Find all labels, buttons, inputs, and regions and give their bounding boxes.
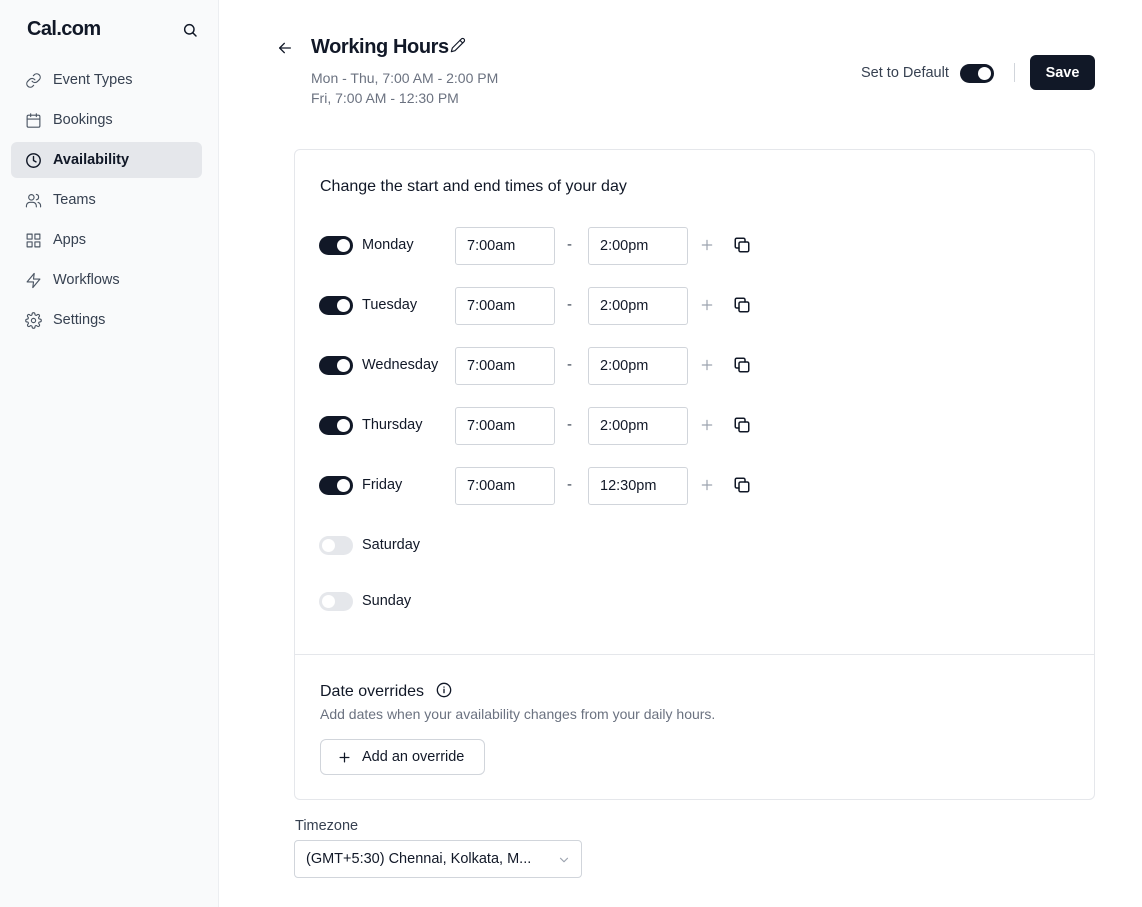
sidebar-item-label: Bookings	[53, 112, 113, 128]
end-time-select[interactable]: 2:00pm	[588, 227, 688, 265]
time-separator: -	[567, 416, 572, 433]
add-override-button[interactable]: Add an override	[320, 739, 485, 775]
date-overrides-description: Add dates when your availability changes…	[320, 706, 716, 722]
plus-icon[interactable]	[699, 237, 715, 253]
sidebar-item-settings[interactable]: Settings	[11, 302, 202, 338]
end-time-select[interactable]: 2:00pm	[588, 347, 688, 385]
day-row-tuesday: Tuesday 7:00am - 2:00pm	[319, 287, 779, 325]
time-separator: -	[567, 476, 572, 493]
sidebar-item-label: Teams	[53, 192, 96, 208]
sidebar: Cal.com Event Types Bookings Availabilit…	[0, 0, 219, 907]
end-time-select[interactable]: 12:30pm	[588, 467, 688, 505]
sidebar-item-apps[interactable]: Apps	[11, 222, 202, 258]
sidebar-item-bookings[interactable]: Bookings	[11, 102, 202, 138]
copy-icon[interactable]	[733, 236, 751, 254]
schedule-summary-line: Fri, 7:00 AM - 12:30 PM	[311, 90, 459, 106]
sidebar-item-label: Settings	[53, 312, 106, 328]
schedule-heading: Change the start and end times of your d…	[320, 178, 627, 195]
day-toggle-wednesday[interactable]	[319, 356, 353, 375]
time-separator: -	[567, 356, 572, 373]
app-logo[interactable]: Cal.com	[27, 18, 101, 41]
sidebar-item-workflows[interactable]: Workflows	[11, 262, 202, 298]
timezone-value: (GMT+5:30) Chennai, Kolkata, M...	[306, 851, 532, 867]
time-separator: -	[567, 236, 572, 253]
plus-icon[interactable]	[699, 417, 715, 433]
sidebar-item-teams[interactable]: Teams	[11, 182, 202, 218]
plus-icon	[337, 750, 352, 765]
copy-icon[interactable]	[733, 476, 751, 494]
calendar-icon	[24, 111, 42, 129]
start-time-select[interactable]: 7:00am	[455, 407, 555, 445]
zap-icon	[24, 271, 42, 289]
day-label: Friday	[362, 477, 403, 493]
day-row-thursday: Thursday 7:00am - 2:00pm	[319, 407, 779, 445]
copy-icon[interactable]	[733, 356, 751, 374]
grid-icon	[24, 231, 42, 249]
add-override-label: Add an override	[362, 749, 465, 765]
day-row-wednesday: Wednesday 7:00am - 2:00pm	[319, 347, 779, 385]
sidebar-item-label: Event Types	[53, 72, 133, 88]
sidebar-item-label: Apps	[53, 232, 87, 248]
chevron-down-icon	[557, 853, 571, 867]
clock-icon	[24, 151, 42, 169]
timezone-label: Timezone	[295, 818, 359, 834]
end-time-select[interactable]: 2:00pm	[588, 407, 688, 445]
day-label: Tuesday	[362, 297, 418, 313]
users-icon	[24, 191, 42, 209]
date-overrides-title: Date overrides	[320, 683, 425, 700]
day-label: Wednesday	[362, 357, 439, 373]
day-label: Monday	[362, 237, 414, 253]
day-row-saturday: Saturday	[319, 527, 779, 565]
pencil-icon[interactable]	[450, 37, 466, 53]
day-toggle-friday[interactable]	[319, 476, 353, 495]
plus-icon[interactable]	[699, 477, 715, 493]
search-icon[interactable]	[180, 20, 200, 40]
availability-card: Change the start and end times of your d…	[294, 149, 1095, 800]
schedule-summary-line: Mon - Thu, 7:00 AM - 2:00 PM	[311, 70, 499, 86]
plus-icon[interactable]	[699, 297, 715, 313]
sidebar-nav: Event Types Bookings Availability Teams …	[11, 62, 202, 342]
page-title: Working Hours	[311, 36, 449, 58]
section-divider	[295, 654, 1094, 655]
set-default-label: Set to Default	[861, 65, 949, 81]
copy-icon[interactable]	[733, 296, 751, 314]
start-time-select[interactable]: 7:00am	[455, 227, 555, 265]
day-row-friday: Friday 7:00am - 12:30pm	[319, 467, 779, 505]
link-icon	[24, 71, 42, 89]
info-icon[interactable]	[436, 682, 452, 698]
back-arrow-icon[interactable]	[276, 39, 294, 57]
timezone-select[interactable]: (GMT+5:30) Chennai, Kolkata, M...	[294, 840, 582, 878]
day-row-monday: Monday 7:00am - 2:00pm	[319, 227, 779, 265]
sidebar-item-availability[interactable]: Availability	[11, 142, 202, 178]
day-toggle-thursday[interactable]	[319, 416, 353, 435]
time-separator: -	[567, 296, 572, 313]
day-toggle-saturday[interactable]	[319, 536, 353, 555]
start-time-select[interactable]: 7:00am	[455, 287, 555, 325]
day-toggle-sunday[interactable]	[319, 592, 353, 611]
day-toggle-monday[interactable]	[319, 236, 353, 255]
set-default-toggle[interactable]	[960, 64, 994, 83]
day-label: Saturday	[362, 537, 421, 553]
day-label: Sunday	[362, 593, 412, 609]
start-time-select[interactable]: 7:00am	[455, 347, 555, 385]
end-time-select[interactable]: 2:00pm	[588, 287, 688, 325]
sidebar-item-event-types[interactable]: Event Types	[11, 62, 202, 98]
save-button[interactable]: Save	[1030, 55, 1095, 90]
gear-icon	[24, 311, 42, 329]
day-label: Thursday	[362, 417, 423, 433]
day-row-sunday: Sunday	[319, 583, 779, 621]
copy-icon[interactable]	[733, 416, 751, 434]
header-divider	[1014, 63, 1015, 82]
plus-icon[interactable]	[699, 357, 715, 373]
day-toggle-tuesday[interactable]	[319, 296, 353, 315]
sidebar-item-label: Availability	[53, 152, 130, 168]
start-time-select[interactable]: 7:00am	[455, 467, 555, 505]
sidebar-item-label: Workflows	[53, 272, 120, 288]
